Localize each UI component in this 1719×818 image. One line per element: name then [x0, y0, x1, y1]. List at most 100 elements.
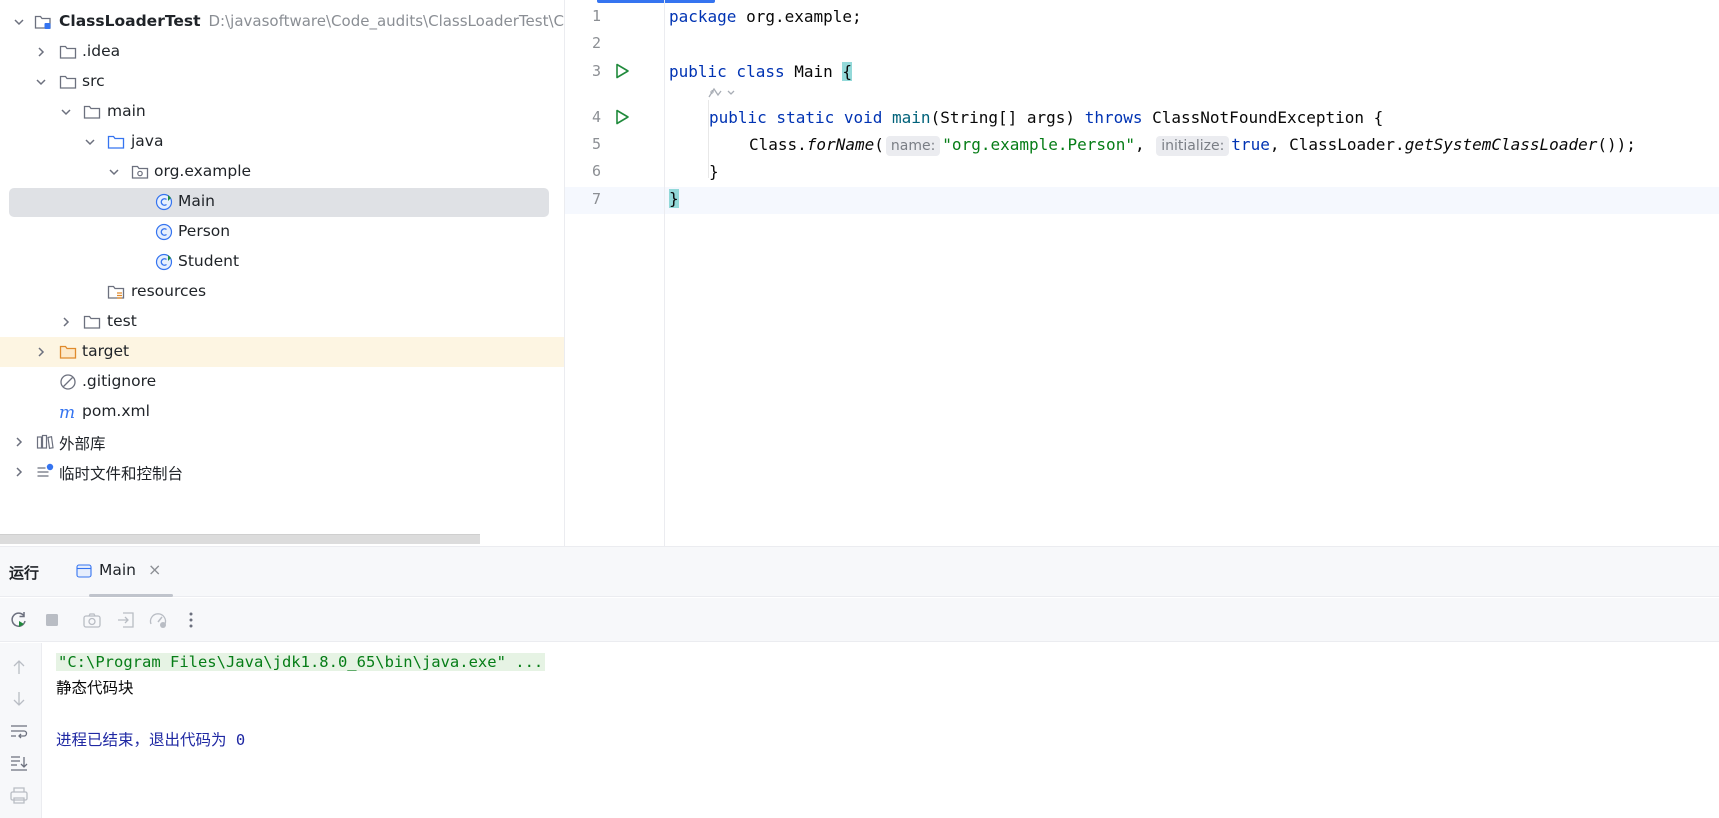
folder-icon [59, 73, 77, 91]
chevron-down-icon[interactable] [107, 165, 121, 179]
chevron-down-icon[interactable] [12, 15, 26, 29]
chevron-right-icon[interactable] [59, 315, 73, 329]
line-number: 5 [591, 135, 601, 153]
gutter-separator [664, 0, 665, 546]
tree-item-label: Main [178, 192, 216, 210]
project-tree-panel[interactable]: ClassLoaderTest D:\javasoftware\Code_audi… [0, 0, 564, 546]
run-gutter-icon[interactable] [613, 62, 631, 80]
run-config-icon [76, 563, 92, 579]
stop-icon[interactable] [42, 610, 62, 630]
tree-root-classloadertest[interactable]: ClassLoaderTest D:\javasoftware\Code_audi… [0, 7, 564, 37]
chevron-down-icon[interactable] [59, 105, 73, 119]
code-line-4: public static void main(String[] args) t… [709, 107, 1383, 129]
code-line-3: public class Main { [669, 61, 853, 83]
matched-brace: { [842, 62, 853, 81]
chevron-right-icon[interactable] [12, 465, 26, 479]
chevron-right-icon[interactable] [34, 345, 48, 359]
tree-item-label: java [131, 132, 164, 150]
console-output[interactable]: "C:\Program Files\Java\jdk1.8.0_65\bin\j… [56, 643, 1706, 818]
java-class-icon [155, 223, 173, 241]
folder-icon [83, 313, 101, 331]
chevron-right-icon[interactable] [12, 435, 26, 449]
code-text: ( [874, 135, 884, 154]
tree-item-pom[interactable]: m pom.xml [0, 397, 564, 427]
tree-item-label: org.example [154, 162, 252, 180]
svg-text:m: m [59, 403, 75, 421]
tree-item-label: 外部库 [59, 435, 106, 453]
scroll-end-icon[interactable] [9, 753, 29, 773]
line-number: 6 [591, 162, 601, 180]
run-tab-main[interactable]: Main × [74, 554, 174, 590]
tree-item-resources[interactable]: resources [0, 277, 564, 307]
run-tab-indicator [89, 594, 173, 597]
code-line-5: Class.forName(name: "org.example.Person",… [749, 134, 1636, 156]
tree-item-label: target [82, 342, 130, 360]
excluded-folder-icon [59, 343, 77, 361]
tree-item-student-class[interactable]: Student [0, 247, 564, 277]
run-window-title: 运行 [9, 564, 40, 582]
parameter-hint: name: [885, 136, 941, 156]
console-command-line[interactable]: "C:\Program Files\Java\jdk1.8.0_65\bin\j… [56, 653, 546, 671]
keyword: package [669, 7, 737, 26]
tree-item-main-class[interactable]: Main [0, 187, 564, 217]
tree-item-main-folder[interactable]: main [0, 97, 564, 127]
library-icon [36, 433, 54, 451]
tree-item-label: resources [131, 282, 207, 300]
tree-item-target[interactable]: target [0, 337, 564, 367]
folder-icon [83, 103, 101, 121]
run-gutter-icon[interactable] [613, 108, 631, 126]
chevron-down-icon[interactable] [83, 135, 97, 149]
tree-item-scratches[interactable]: 临时文件和控制台 [0, 457, 564, 487]
chevron-right-icon[interactable] [34, 45, 48, 59]
method-call: getSystemClassLoader [1404, 135, 1598, 154]
more-icon[interactable] [181, 610, 201, 630]
module-icon [34, 13, 52, 31]
close-icon[interactable]: × [148, 561, 161, 579]
tree-item-external-libraries[interactable]: 外部库 [0, 427, 564, 457]
camera-icon[interactable] [82, 610, 102, 630]
chevron-down-icon[interactable] [34, 75, 48, 89]
horizontal-scrollbar[interactable] [0, 534, 480, 544]
tree-item-idea[interactable]: .idea [0, 37, 564, 67]
method-name: main [892, 108, 931, 127]
rerun-icon[interactable] [9, 610, 29, 630]
active-tab-indicator [597, 0, 715, 3]
tree-item-label: .gitignore [82, 372, 157, 390]
tree-item-src[interactable]: src [0, 67, 564, 97]
scratches-icon [36, 463, 54, 481]
java-class-icon [155, 193, 173, 211]
resources-folder-icon [107, 283, 125, 301]
source-folder-icon [107, 133, 125, 151]
soft-wrap-icon[interactable] [9, 721, 29, 741]
code-text: , ClassLoader. [1269, 135, 1405, 154]
print-icon[interactable] [9, 785, 29, 805]
arrow-down-icon[interactable] [9, 689, 29, 709]
code-editor[interactable]: 1 2 3 4 5 6 7 package org.example; publi… [565, 0, 1719, 546]
code-text: org.example; [736, 7, 862, 26]
maven-icon: m [59, 403, 77, 421]
tree-item-java[interactable]: java [0, 127, 564, 157]
profiler-icon[interactable] [148, 610, 168, 630]
exit-icon[interactable] [116, 610, 136, 630]
tree-item-label: main [107, 102, 146, 120]
package-icon [131, 163, 149, 181]
code-text: , [1134, 135, 1155, 154]
tree-item-test[interactable]: test [0, 307, 564, 337]
line-number: 7 [591, 190, 601, 208]
tree-item-org-example[interactable]: org.example [0, 157, 564, 187]
string-literal: "org.example.Person" [942, 135, 1135, 154]
console-exit-line: 进程已结束，退出代码为 0 [56, 731, 246, 749]
tree-item-person-class[interactable]: Person [0, 217, 564, 247]
tree-item-label: 临时文件和控制台 [59, 465, 184, 483]
console-side-toolbar [0, 643, 42, 818]
run-toolbar [0, 598, 1719, 642]
selection-highlight [9, 188, 549, 217]
ai-inlay-icon[interactable] [706, 84, 740, 102]
tree-item-label: pom.xml [82, 402, 150, 420]
tree-item-gitignore[interactable]: .gitignore [0, 367, 564, 397]
arrow-up-icon[interactable] [9, 657, 29, 677]
line-number: 4 [591, 108, 601, 126]
matched-brace: } [669, 189, 679, 208]
keyword: throws [1084, 108, 1143, 127]
tree-item-label: Person [178, 222, 231, 240]
